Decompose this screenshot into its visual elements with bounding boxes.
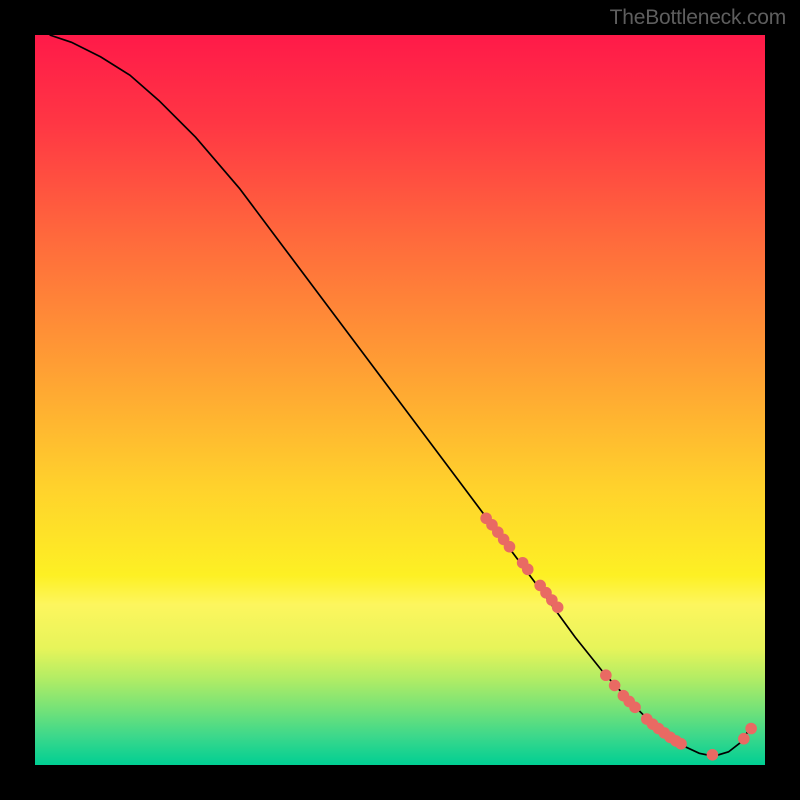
- scatter-point: [504, 541, 516, 553]
- scatter-point: [522, 564, 534, 576]
- scatter-point: [629, 702, 641, 714]
- chart-stage: TheBottleneck.com: [0, 0, 800, 800]
- scatter-point: [707, 749, 719, 761]
- chart-background: [35, 35, 765, 765]
- scatter-point: [609, 680, 621, 692]
- scatter-point: [675, 738, 687, 750]
- watermark-text: TheBottleneck.com: [610, 6, 786, 30]
- bottleneck-chart: [35, 35, 765, 765]
- scatter-point: [552, 602, 564, 614]
- scatter-point: [745, 723, 757, 735]
- scatter-point: [738, 733, 750, 745]
- scatter-point: [600, 669, 612, 681]
